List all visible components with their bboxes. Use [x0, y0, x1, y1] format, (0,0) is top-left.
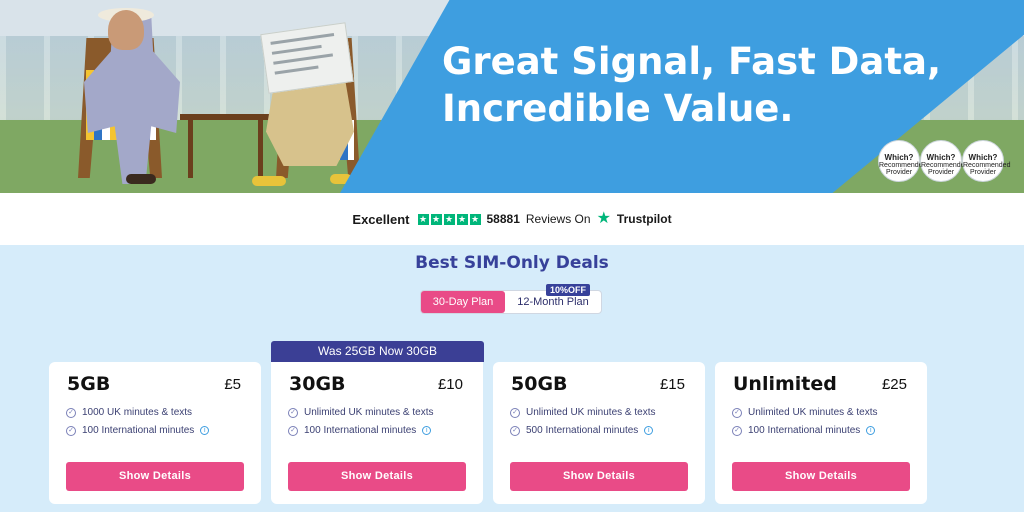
hero-headline: Great Signal, Fast Data, Incredible Valu…	[442, 38, 962, 132]
star-icon: ★	[456, 213, 468, 225]
trustpilot-logo-text: Trustpilot	[616, 212, 672, 226]
check-icon: ✓	[66, 425, 76, 436]
rating-text: Excellent	[352, 211, 410, 227]
feature-row: ✓ Unlimited UK minutes & texts	[732, 407, 878, 418]
star-icon: ★	[469, 213, 481, 225]
reviews-on-label: Reviews On	[525, 212, 591, 226]
star-rating: ★ ★ ★ ★ ★	[417, 213, 481, 225]
star-icon: ★	[443, 213, 455, 225]
check-icon: ✓	[288, 425, 298, 436]
info-icon[interactable]: i	[200, 426, 210, 435]
table-leg	[188, 118, 193, 178]
feature-text: Unlimited UK minutes & texts	[304, 407, 434, 418]
promo-ribbon: Was 25GB Now 30GB	[271, 341, 484, 362]
feature-row: ✓ Unlimited UK minutes & texts	[288, 407, 434, 418]
feature-row: ✓ 100 International minutes i	[66, 425, 210, 436]
hero-headline-line1: Great Signal, Fast Data,	[442, 40, 942, 83]
deals-heading: Best SIM-Only Deals	[415, 253, 609, 273]
plan-card-50gb: 50GB £15 ✓ Unlimited UK minutes & texts …	[493, 362, 705, 504]
star-icon: ★	[430, 213, 442, 225]
check-icon: ✓	[732, 407, 742, 418]
review-count: 58881	[486, 212, 520, 226]
shoe	[252, 176, 286, 186]
plan-card-30gb: 30GB £10 ✓ Unlimited UK minutes & texts …	[271, 362, 483, 504]
which-recommended-badge: Which? Recommended Provider	[962, 140, 1010, 182]
side-table	[180, 114, 270, 120]
info-icon[interactable]: i	[644, 426, 654, 435]
check-icon: ✓	[510, 425, 520, 436]
feature-text: 100 International minutes	[748, 425, 861, 436]
plan-price: £10	[437, 376, 463, 393]
feature-row: ✓ Unlimited UK minutes & texts	[510, 407, 656, 418]
feature-row: ✓ 500 International minutes i	[510, 425, 654, 436]
feature-text: 1000 UK minutes & texts	[82, 407, 193, 418]
check-icon: ✓	[510, 407, 520, 418]
which-recommended-badge: Which? Recommended Provider	[878, 140, 926, 182]
person-head	[108, 10, 144, 50]
plan-name: 50GB	[511, 373, 568, 395]
feature-text: Unlimited UK minutes & texts	[748, 407, 878, 418]
trustpilot-star-icon: ★	[596, 210, 611, 227]
shoe	[126, 174, 156, 184]
which-recommended-badge: Which? Recommended Provider	[920, 140, 968, 182]
info-icon[interactable]: i	[422, 426, 432, 435]
check-icon: ✓	[732, 425, 742, 436]
hero-headline-line2: Incredible Value.	[442, 87, 794, 130]
show-details-button[interactable]: Show Details	[510, 462, 688, 491]
info-icon[interactable]: i	[866, 426, 876, 435]
newspaper	[260, 22, 354, 94]
plan-name: 5GB	[67, 373, 111, 395]
tab-30-day-plan[interactable]: 30-Day Plan	[421, 291, 505, 313]
feature-text: Unlimited UK minutes & texts	[526, 407, 656, 418]
feature-row: ✓ 1000 UK minutes & texts	[66, 407, 192, 418]
plan-card-unlimited: Unlimited £25 ✓ Unlimited UK minutes & t…	[715, 362, 927, 504]
plan-name: 30GB	[289, 373, 346, 395]
plan-name: Unlimited	[733, 373, 837, 395]
feature-row: ✓ 100 International minutes i	[732, 425, 876, 436]
hero-banner: Great Signal, Fast Data, Incredible Valu…	[0, 0, 1024, 193]
show-details-button[interactable]: Show Details	[66, 462, 244, 491]
discount-badge: 10%OFF	[546, 284, 590, 296]
show-details-button[interactable]: Show Details	[288, 462, 466, 491]
feature-row: ✓ 100 International minutes i	[288, 425, 432, 436]
plan-price: £15	[659, 376, 685, 393]
check-icon: ✓	[288, 407, 298, 418]
table-leg	[258, 118, 263, 178]
plan-card-5gb: 5GB £5 ✓ 1000 UK minutes & texts ✓ 100 I…	[49, 362, 261, 504]
check-icon: ✓	[66, 407, 76, 418]
feature-text: 100 International minutes	[304, 425, 417, 436]
plan-price: £5	[224, 376, 241, 393]
feature-text: 100 International minutes	[82, 425, 195, 436]
trustpilot-bar[interactable]: Excellent ★ ★ ★ ★ ★ 58881 Reviews On ★ T…	[0, 193, 1024, 245]
person-reading	[266, 80, 354, 166]
show-details-button[interactable]: Show Details	[732, 462, 910, 491]
feature-text: 500 International minutes	[526, 425, 639, 436]
plan-price: £25	[881, 376, 907, 393]
star-icon: ★	[417, 213, 429, 225]
